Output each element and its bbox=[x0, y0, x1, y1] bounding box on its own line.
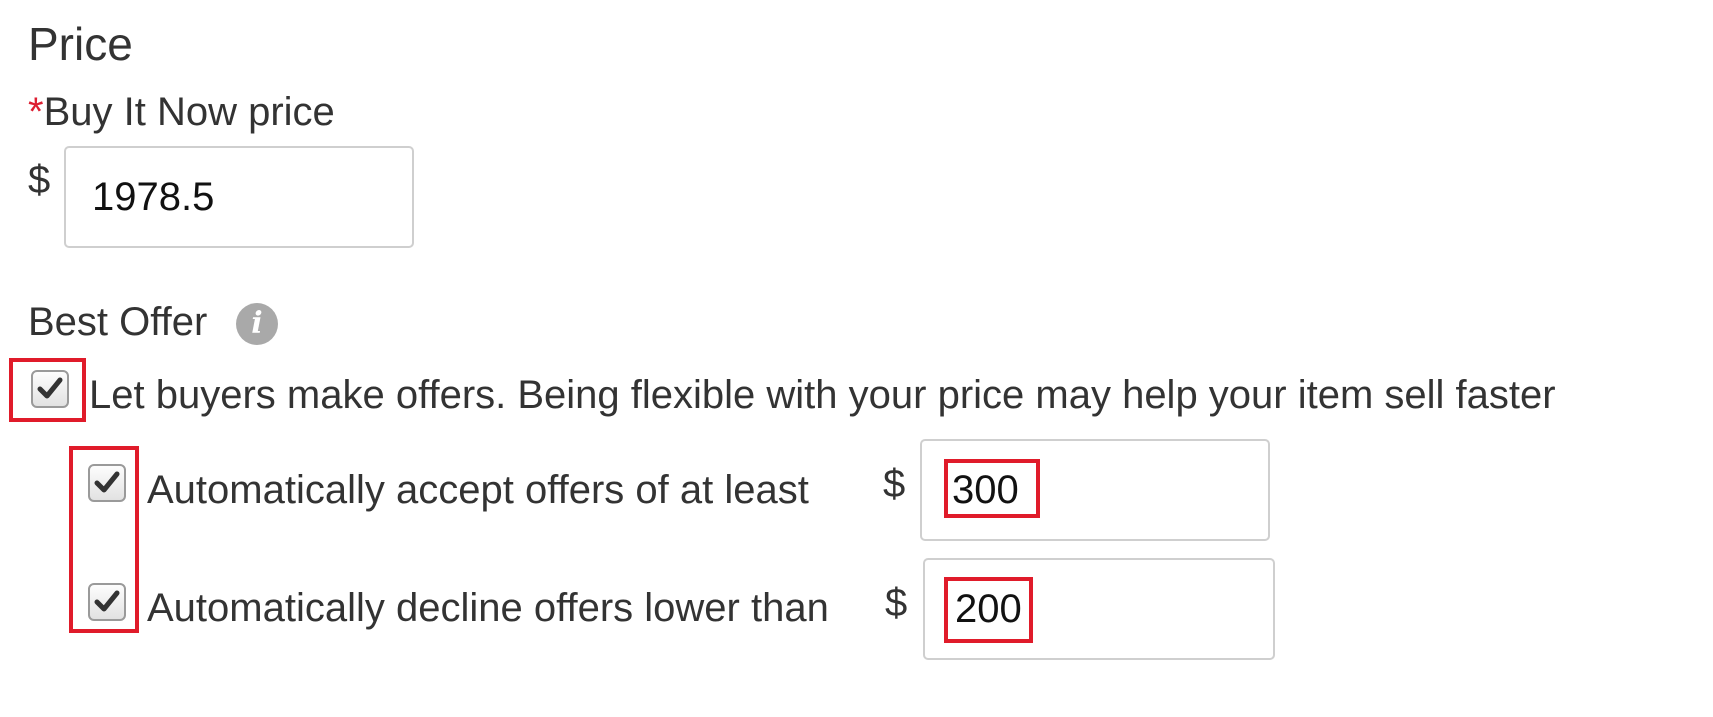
checkmark-icon bbox=[94, 590, 120, 612]
auto-decline-label: Automatically decline offers lower than bbox=[147, 586, 829, 630]
info-icon[interactable]: i bbox=[236, 303, 278, 345]
allow-offers-label: Let buyers make offers. Being flexible w… bbox=[89, 373, 1556, 417]
checkmark-icon bbox=[94, 471, 120, 493]
buy-it-now-currency: $ bbox=[28, 158, 51, 202]
best-offer-title: Best Offer bbox=[28, 300, 208, 344]
required-marker: * bbox=[28, 90, 44, 134]
buy-it-now-label: *Buy It Now price bbox=[28, 84, 335, 140]
buy-it-now-price-input[interactable] bbox=[64, 146, 414, 248]
auto-accept-currency: $ bbox=[883, 462, 906, 506]
auto-accept-amount-input[interactable] bbox=[920, 439, 1270, 541]
buy-it-now-label-text: Buy It Now price bbox=[43, 90, 335, 134]
auto-accept-label: Automatically accept offers of at least bbox=[147, 468, 809, 512]
price-form: Price *Buy It Now price $ Best Offer i L… bbox=[0, 0, 1713, 717]
checkmark-icon bbox=[37, 377, 63, 399]
auto-decline-amount-input[interactable] bbox=[923, 558, 1275, 660]
auto-decline-currency: $ bbox=[885, 581, 908, 625]
auto-accept-checkbox[interactable] bbox=[88, 464, 126, 502]
allow-offers-checkbox[interactable] bbox=[31, 370, 69, 408]
price-section-title: Price bbox=[28, 18, 133, 70]
auto-decline-checkbox[interactable] bbox=[88, 583, 126, 621]
